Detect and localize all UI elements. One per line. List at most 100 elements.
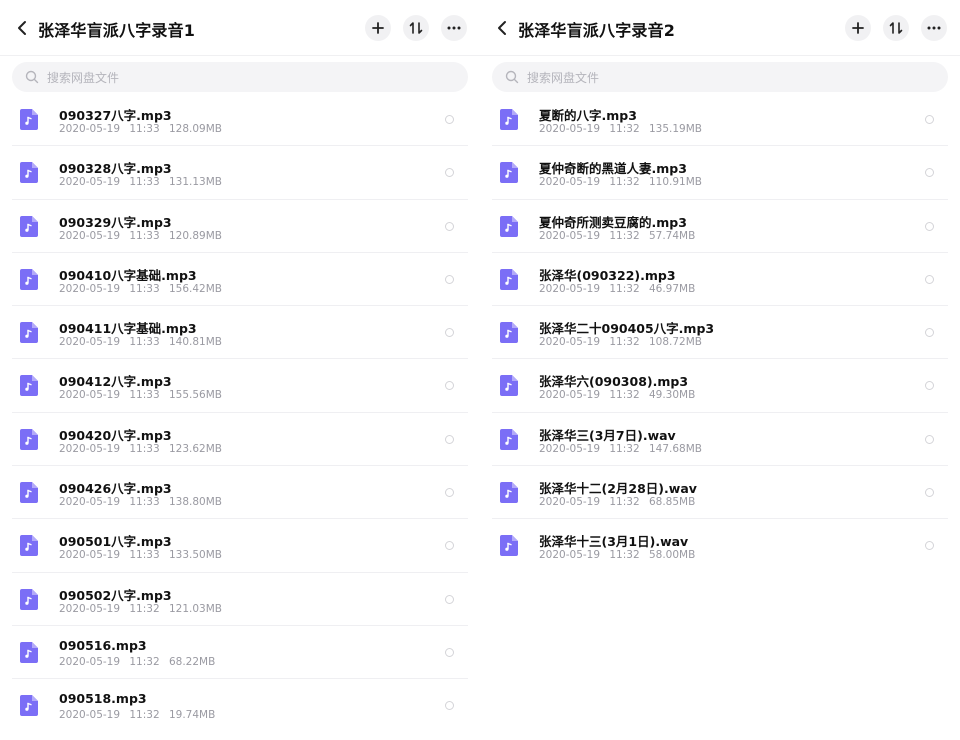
file-meta: 2020-05-19 11:33 123.62MB — [59, 443, 222, 455]
sort-button[interactable] — [403, 15, 429, 41]
file-row[interactable]: 090411八字基础.mp3 2020-05-19 11:33 140.81MB — [12, 306, 468, 360]
file-date: 2020-05-19 — [539, 229, 601, 242]
file-row[interactable]: 张泽华六(090308).mp3 2020-05-19 11:32 49.30M… — [492, 359, 948, 413]
select-radio[interactable] — [445, 168, 454, 178]
file-row[interactable]: 090420八字.mp3 2020-05-19 11:33 123.62MB — [12, 413, 468, 467]
file-row[interactable]: 张泽华十三(3月1日).wav 2020-05-19 11:32 58.00MB — [492, 519, 948, 572]
select-radio[interactable] — [445, 434, 454, 444]
file-size: 49.30MB — [648, 389, 696, 402]
more-button[interactable] — [441, 15, 467, 41]
file-time: 11:32 — [609, 549, 640, 562]
file-date: 2020-05-19 — [59, 496, 121, 509]
select-radio[interactable] — [925, 221, 934, 231]
audio-file-icon — [500, 109, 518, 130]
page-title: 张泽华盲派八字录音1 — [38, 21, 196, 40]
file-row[interactable]: 夏仲奇断的黑道人妻.mp3 2020-05-19 11:32 110.91MB — [492, 146, 948, 200]
back-button[interactable] — [12, 16, 32, 40]
file-date: 2020-05-19 — [539, 496, 601, 509]
file-meta: 2020-05-19 11:33 120.89MB — [59, 230, 222, 242]
select-radio[interactable] — [445, 221, 454, 231]
file-date: 2020-05-19 — [539, 389, 601, 402]
file-name: 张泽华二十090405八字.mp3 — [539, 321, 715, 337]
audio-file-icon — [20, 535, 38, 557]
file-time: 11:32 — [609, 496, 640, 509]
select-radio[interactable] — [445, 328, 454, 338]
audio-file-icon — [500, 482, 518, 504]
file-size: 19.74MB — [168, 709, 216, 722]
file-date: 2020-05-19 — [59, 123, 121, 135]
file-size: 155.56MB — [168, 389, 222, 402]
file-row[interactable]: 夏仲奇所测卖豆腐的.mp3 2020-05-19 11:32 57.74MB — [492, 200, 948, 253]
folder-panel-1: 张泽华盲派八字录音1 搜索网盘文件 090327八字.mp3 2020-05-1… — [0, 0, 480, 740]
add-button[interactable] — [845, 15, 871, 41]
file-row[interactable]: 张泽华三(3月7日).wav 2020-05-19 11:32 147.68MB — [492, 413, 948, 467]
file-row[interactable]: 090410八字基础.mp3 2020-05-19 11:33 156.42MB — [12, 253, 468, 307]
select-radio[interactable] — [445, 274, 454, 284]
file-row[interactable]: 090329八字.mp3 2020-05-19 11:33 120.89MB — [12, 200, 468, 253]
audio-file-icon — [20, 428, 38, 450]
select-radio[interactable] — [925, 328, 934, 338]
file-row[interactable]: 090328八字.mp3 2020-05-19 11:33 131.13MB — [12, 146, 468, 200]
select-radio[interactable] — [445, 381, 454, 391]
file-name: 张泽华十三(3月1日).wav — [539, 534, 689, 550]
chevron-left-icon — [498, 21, 506, 35]
audio-file-icon — [20, 641, 38, 663]
file-row[interactable]: 090327八字.mp3 2020-05-19 11:33 128.09MB — [12, 93, 468, 147]
select-radio[interactable] — [925, 488, 934, 498]
audio-file-icon — [500, 215, 518, 237]
sort-icon — [409, 22, 423, 34]
file-size: 68.22MB — [168, 655, 216, 668]
file-time: 11:33 — [129, 123, 160, 135]
audio-file-icon — [500, 322, 518, 344]
select-radio[interactable] — [925, 541, 934, 551]
search-input[interactable]: 搜索网盘文件 — [492, 62, 948, 92]
file-time: 11:33 — [129, 496, 160, 509]
file-row[interactable]: 090518.mp3 2020-05-19 11:32 19.74MB — [12, 679, 468, 732]
audio-file-icon — [20, 215, 38, 237]
select-radio[interactable] — [445, 594, 454, 604]
select-radio[interactable] — [445, 488, 454, 498]
file-row[interactable]: 090426八字.mp3 2020-05-19 11:33 138.80MB — [12, 466, 468, 520]
file-date: 2020-05-19 — [539, 336, 601, 349]
file-size: 138.80MB — [168, 496, 222, 509]
file-time: 11:32 — [609, 229, 640, 242]
select-radio[interactable] — [445, 647, 454, 657]
file-date: 2020-05-19 — [59, 229, 121, 242]
file-row[interactable]: 090516.mp3 2020-05-19 11:32 68.22MB — [12, 626, 468, 680]
file-row[interactable]: 090501八字.mp3 2020-05-19 11:33 133.50MB — [12, 519, 468, 573]
sort-button[interactable] — [883, 15, 909, 41]
select-radio[interactable] — [925, 381, 934, 391]
file-row[interactable]: 090412八字.mp3 2020-05-19 11:33 155.56MB — [12, 359, 468, 413]
select-radio[interactable] — [445, 701, 454, 711]
file-size: 135.19MB — [648, 123, 702, 135]
file-meta: 2020-05-19 11:32 147.68MB — [539, 443, 702, 455]
file-date: 2020-05-19 — [59, 655, 121, 668]
search-input[interactable]: 搜索网盘文件 — [12, 62, 468, 92]
select-radio[interactable] — [445, 115, 454, 124]
file-size: 46.97MB — [648, 282, 696, 295]
file-name: 090412八字.mp3 — [59, 374, 172, 390]
select-radio[interactable] — [445, 541, 454, 551]
more-button[interactable] — [921, 15, 947, 41]
select-radio[interactable] — [925, 115, 934, 124]
more-icon — [447, 26, 461, 30]
file-meta: 2020-05-19 11:32 68.85MB — [539, 496, 695, 508]
add-button[interactable] — [365, 15, 391, 41]
file-row[interactable]: 张泽华二十090405八字.mp3 2020-05-19 11:32 108.7… — [492, 306, 948, 360]
audio-file-icon — [20, 375, 38, 397]
file-date: 2020-05-19 — [539, 123, 601, 135]
file-row[interactable]: 夏断的八字.mp3 2020-05-19 11:32 135.19MB — [492, 93, 948, 147]
file-row[interactable]: 090502八字.mp3 2020-05-19 11:32 121.03MB — [12, 573, 468, 626]
select-radio[interactable] — [925, 434, 934, 444]
select-radio[interactable] — [925, 168, 934, 178]
select-radio[interactable] — [925, 274, 934, 284]
file-meta: 2020-05-19 11:32 46.97MB — [539, 283, 695, 295]
file-meta: 2020-05-19 11:32 68.22MB — [59, 656, 215, 668]
search-placeholder: 搜索网盘文件 — [527, 70, 600, 85]
file-time: 11:33 — [129, 336, 160, 349]
file-row[interactable]: 张泽华十二(2月28日).wav 2020-05-19 11:32 68.85M… — [492, 466, 948, 520]
folder-panel-2: 张泽华盲派八字录音2 搜索网盘文件 夏断的八字.mp3 2020-05-19 1… — [480, 0, 960, 740]
back-button[interactable] — [492, 16, 512, 40]
file-list: 夏断的八字.mp3 2020-05-19 11:32 135.19MB 夏仲奇断… — [480, 93, 960, 573]
file-row[interactable]: 张泽华(090322).mp3 2020-05-19 11:32 46.97MB — [492, 253, 948, 307]
